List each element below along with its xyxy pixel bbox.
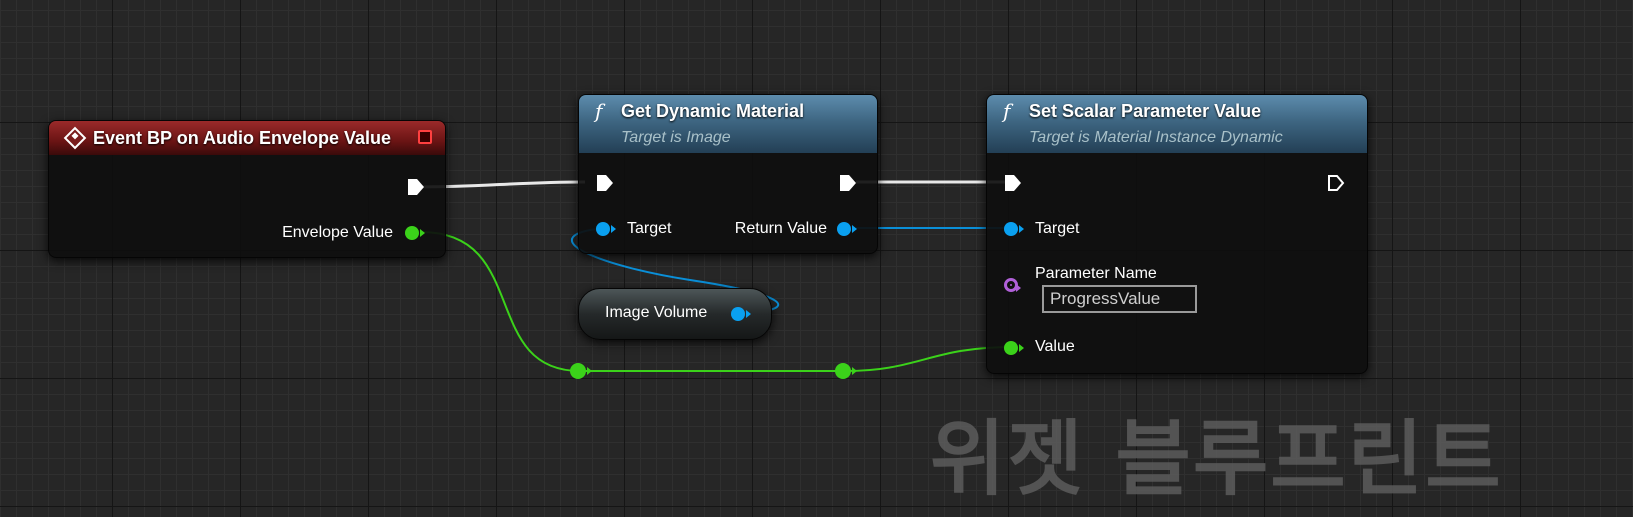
- get-node-subtitle: Target is Image: [621, 129, 731, 146]
- value-input-pin[interactable]: [1004, 341, 1024, 355]
- image-volume-pin[interactable]: [731, 307, 751, 321]
- exec-output-pin[interactable]: [839, 174, 857, 192]
- get-node-title: Get Dynamic Material: [621, 101, 805, 121]
- image-volume-label: Image Volume: [605, 304, 708, 321]
- target-input-label: Target: [627, 220, 672, 237]
- function-f-icon: f: [1003, 99, 1011, 123]
- return-value-pin[interactable]: [837, 222, 857, 236]
- float-reroute-node[interactable]: [570, 363, 592, 379]
- exec-output-pin-unconnected[interactable]: [1327, 174, 1345, 192]
- return-value-label: Return Value: [734, 220, 827, 237]
- function-f-icon: f: [595, 99, 603, 123]
- parameter-name-label: Parameter Name: [1035, 265, 1157, 282]
- stop-square-icon: [418, 130, 432, 144]
- envelope-value-pin[interactable]: [405, 226, 425, 240]
- exec-input-pin[interactable]: [596, 174, 614, 192]
- event-node[interactable]: Event BP on Audio Envelope Value Envelop…: [48, 120, 446, 258]
- watermark-text: 위젯 블루프린트: [930, 412, 1503, 507]
- set-scalar-parameter-node[interactable]: f Set Scalar Parameter Value Target is M…: [986, 94, 1368, 374]
- exec-output-pin[interactable]: [407, 178, 425, 196]
- set-node-title: Set Scalar Parameter Value: [1029, 101, 1262, 121]
- get-dynamic-material-node[interactable]: f Get Dynamic Material Target is Image T…: [578, 94, 878, 254]
- target-input-pin[interactable]: [596, 222, 616, 236]
- float-reroute-node[interactable]: [835, 363, 857, 379]
- parameter-name-input[interactable]: ProgressValue: [1042, 285, 1197, 313]
- event-diamond-icon: [63, 126, 87, 150]
- target-input-pin[interactable]: [1004, 222, 1024, 236]
- exec-input-pin[interactable]: [1004, 174, 1022, 192]
- envelope-value-label: Envelope Value: [282, 224, 393, 241]
- event-node-title: Event BP on Audio Envelope Value: [93, 128, 392, 148]
- event-node-header[interactable]: Event BP on Audio Envelope Value: [49, 121, 445, 155]
- get-node-header[interactable]: f Get Dynamic Material Target is Image: [579, 95, 877, 153]
- parameter-name-pin[interactable]: [1004, 278, 1021, 292]
- value-input-label: Value: [1035, 338, 1075, 355]
- image-volume-variable-node[interactable]: Image Volume: [578, 288, 772, 340]
- target-input-label: Target: [1035, 220, 1080, 237]
- set-node-subtitle: Target is Material Instance Dynamic: [1029, 129, 1283, 146]
- set-node-header[interactable]: f Set Scalar Parameter Value Target is M…: [987, 95, 1367, 153]
